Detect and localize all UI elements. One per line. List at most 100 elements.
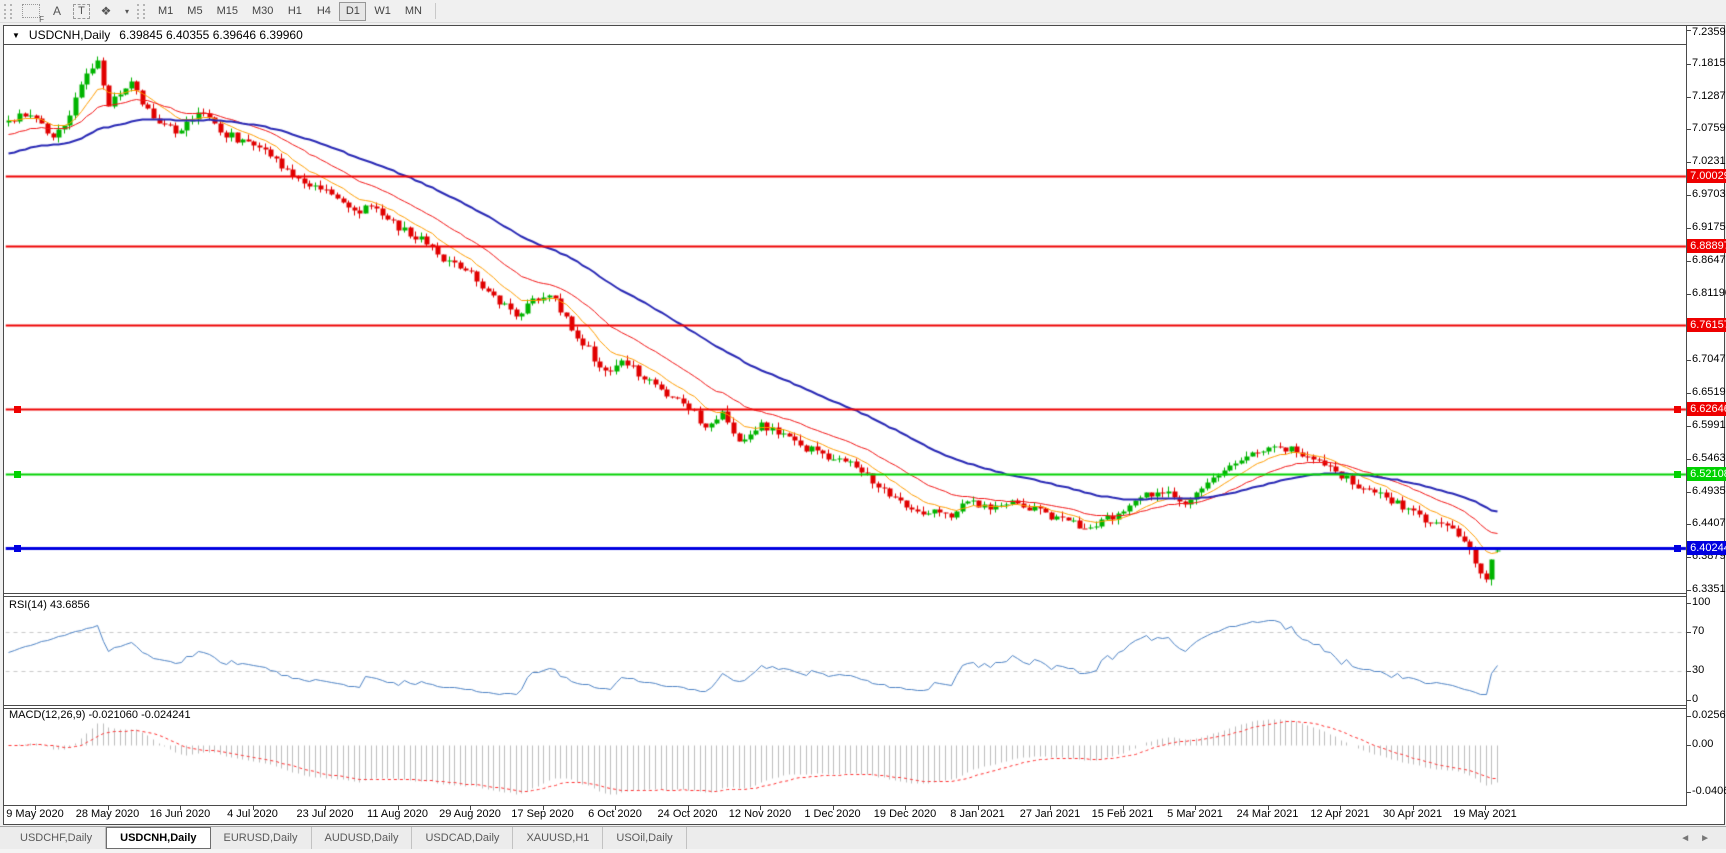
price-axis-label: 6.70470 xyxy=(1692,353,1726,366)
cursor-arrows-tool-icon[interactable]: ❖ xyxy=(96,2,116,20)
time-axis-label: 24 Oct 2020 xyxy=(658,808,718,820)
price-axis-label: 6.81190 xyxy=(1692,287,1726,300)
chart-symbol-label: USDCNH,Daily xyxy=(29,28,110,42)
chart-tab-bar: USDCHF,DailyUSDCNH,DailyEURUSD,DailyAUDU… xyxy=(0,826,1726,849)
tab-audusd-daily[interactable]: AUDUSD,Daily xyxy=(312,827,413,849)
price-axis-tick xyxy=(1687,393,1691,394)
macd-axis-label: -0.04068 xyxy=(1692,785,1726,798)
hline-handle[interactable] xyxy=(14,406,21,413)
timeframes-group: M1M5M15M30H1H4D1W1MN xyxy=(151,2,429,21)
price-axis-scale[interactable] xyxy=(1687,26,1726,806)
price-axis-label: 6.33510 xyxy=(1692,583,1726,596)
text-label-tool-icon[interactable]: A xyxy=(47,2,67,20)
price-axis-tick xyxy=(1687,30,1691,31)
price-axis-label: 7.18150 xyxy=(1692,57,1726,70)
toolbar-drag-handle[interactable] xyxy=(137,4,145,19)
chart-title: ▼ USDCNH,Daily 6.39845 6.40355 6.39646 6… xyxy=(12,28,303,42)
hline-price-tag[interactable]: 7.00029 xyxy=(1687,169,1726,183)
rsi-axis-label: 30 xyxy=(1692,664,1704,677)
timeframe-button-h1[interactable]: H1 xyxy=(281,2,308,21)
price-axis-tick xyxy=(1687,524,1691,525)
tab-eurusd-daily[interactable]: EURUSD,Daily xyxy=(211,827,312,849)
time-axis-label: 15 Feb 2021 xyxy=(1092,808,1154,820)
hline-price-tag[interactable]: 6.40244 xyxy=(1687,541,1726,555)
tools-dropdown-icon[interactable]: ▾ xyxy=(122,2,132,20)
timeframe-button-m30[interactable]: M30 xyxy=(246,2,279,21)
timeframe-button-m15[interactable]: M15 xyxy=(211,2,244,21)
price-axis-tick xyxy=(1687,294,1691,295)
time-axis-label: 23 Jul 2020 xyxy=(297,808,354,820)
time-axis-label: 28 May 2020 xyxy=(76,808,140,820)
time-axis-label: 6 Oct 2020 xyxy=(588,808,642,820)
timeframe-button-h4[interactable]: H4 xyxy=(310,2,337,21)
tab-usoil-daily[interactable]: USOil,Daily xyxy=(603,827,686,849)
macd-plot-area[interactable] xyxy=(5,710,1686,803)
rsi-axis-tick xyxy=(1687,700,1691,701)
rsi-panel-splitter[interactable] xyxy=(4,596,1686,597)
tab-usdcnh-daily[interactable]: USDCNH,Daily xyxy=(106,827,210,849)
application-window: FAT ❖ ▾ M1M5M15M30H1H4D1W1MN ▼ USDCNH,Dail… xyxy=(0,0,1726,853)
price-axis-tick xyxy=(1687,64,1691,65)
timeframe-button-d1[interactable]: D1 xyxy=(339,2,366,21)
price-axis-tick xyxy=(1687,557,1691,558)
toolbar-separator xyxy=(435,3,436,19)
macd-axis-label: 0.00 xyxy=(1692,738,1713,751)
rsi-axis-label: 0 xyxy=(1692,693,1698,706)
tab-usdcad-daily[interactable]: USDCAD,Daily xyxy=(412,827,513,849)
hline-handle[interactable] xyxy=(14,545,21,552)
macd-axis-tick xyxy=(1687,716,1691,717)
price-axis-label: 6.54630 xyxy=(1692,452,1726,465)
timeframe-button-mn[interactable]: MN xyxy=(399,2,428,21)
text-tool-icon[interactable]: T xyxy=(73,4,90,19)
price-axis-tick xyxy=(1687,426,1691,427)
price-axis-tick xyxy=(1687,228,1691,229)
symbol-dropdown-icon[interactable]: ▼ xyxy=(12,31,20,40)
price-axis-line xyxy=(1686,26,1687,806)
price-axis-tick xyxy=(1687,459,1691,460)
hline-handle[interactable] xyxy=(1674,545,1681,552)
tab-xauusd-h1[interactable]: XAUUSD,H1 xyxy=(513,827,603,849)
time-axis-label: 17 Sep 2020 xyxy=(511,808,573,820)
time-axis-label: 8 Jan 2021 xyxy=(950,808,1004,820)
hline-price-tag[interactable]: 6.52108 xyxy=(1687,467,1726,481)
tab-scroll-left-icon[interactable]: ◄ xyxy=(1680,833,1690,844)
title-separator-line xyxy=(4,44,1686,45)
price-axis-label: 6.97030 xyxy=(1692,188,1726,201)
rsi-axis-tick xyxy=(1687,603,1691,604)
rsi-axis-tick xyxy=(1687,671,1691,672)
rsi-indicator-label: RSI(14) 43.6856 xyxy=(9,599,90,611)
time-axis-label: 16 Jun 2020 xyxy=(150,808,211,820)
time-axis-label: 30 Apr 2021 xyxy=(1383,808,1442,820)
hline-handle[interactable] xyxy=(14,471,21,478)
timeframe-button-m1[interactable]: M1 xyxy=(152,2,179,21)
toolbar: FAT ❖ ▾ M1M5M15M30H1H4D1W1MN xyxy=(0,0,1726,23)
price-axis-label: 7.07590 xyxy=(1692,122,1726,135)
price-axis-tick xyxy=(1687,162,1691,163)
macd-panel-splitter[interactable] xyxy=(4,708,1686,709)
hline-price-tag[interactable]: 6.62646 xyxy=(1687,402,1726,416)
price-axis-label: 6.65190 xyxy=(1692,386,1726,399)
timeframe-button-m5[interactable]: M5 xyxy=(181,2,208,21)
toolbar-drag-handle[interactable] xyxy=(4,4,12,19)
main-chart-plot-area[interactable] xyxy=(5,45,1686,592)
hline-handle[interactable] xyxy=(1674,471,1681,478)
price-axis-label: 7.12870 xyxy=(1692,90,1726,103)
rsi-axis-label: 100 xyxy=(1692,596,1710,609)
time-axis-label: 19 May 2021 xyxy=(1453,808,1517,820)
tab-usdchf-daily[interactable]: USDCHF,Daily xyxy=(7,827,106,849)
time-axis-label: 1 Dec 2020 xyxy=(804,808,860,820)
rsi-panel-splitter[interactable] xyxy=(4,593,1686,594)
rsi-axis-tick xyxy=(1687,632,1691,633)
tab-scroll-right-icon[interactable]: ► xyxy=(1700,833,1710,844)
macd-indicator-label: MACD(12,26,9) -0.021060 -0.024241 xyxy=(9,709,191,721)
timeframe-button-w1[interactable]: W1 xyxy=(368,2,397,21)
grid-f-tool-icon[interactable]: F xyxy=(21,2,41,20)
hline-handle[interactable] xyxy=(1674,406,1681,413)
hline-price-tag[interactable]: 6.76157 xyxy=(1687,318,1726,332)
rsi-plot-area[interactable] xyxy=(5,597,1686,703)
hline-price-tag[interactable]: 6.88897 xyxy=(1687,239,1726,253)
macd-panel-splitter[interactable] xyxy=(4,705,1686,706)
drawing-tools-group: FAT ❖ ▾ xyxy=(18,2,135,20)
price-axis-label: 6.91750 xyxy=(1692,221,1726,234)
time-axis-label: 29 Aug 2020 xyxy=(439,808,501,820)
